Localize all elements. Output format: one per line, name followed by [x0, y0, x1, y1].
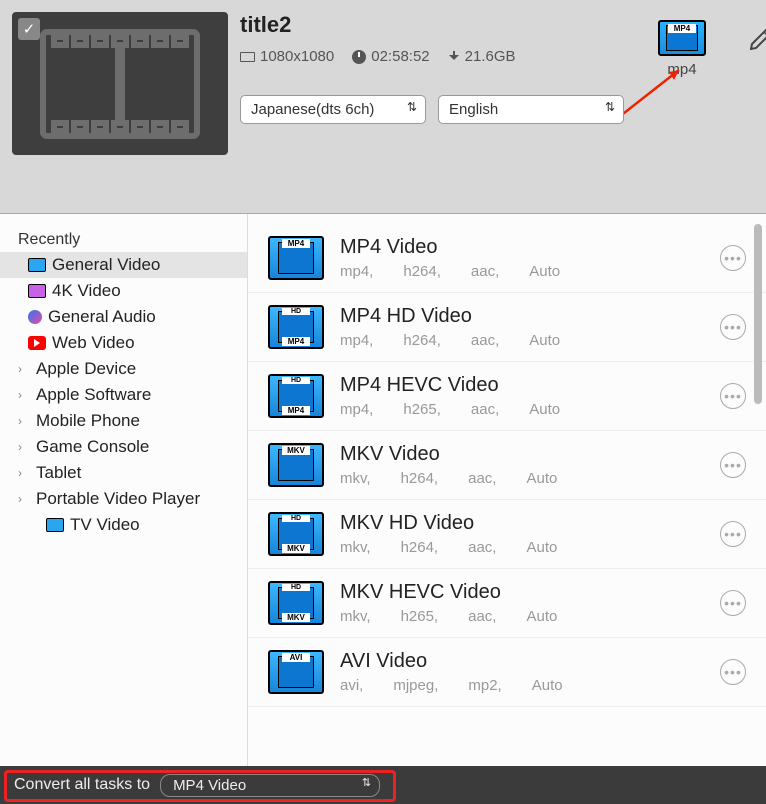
more-options-button[interactable]: •••	[720, 383, 746, 409]
duration: 02:58:52	[352, 48, 429, 65]
convert-all-select[interactable]: MP4 Video	[160, 774, 380, 797]
format-row[interactable]: MKV MKV Video mkv,h264,aac,Auto •••	[248, 431, 766, 500]
format-row[interactable]: AVI AVI Video avi,mjpeg,mp2,Auto •••	[248, 638, 766, 707]
4k-icon	[28, 284, 46, 298]
yt-icon	[28, 336, 46, 350]
format-icon[interactable]: MP4	[658, 20, 706, 56]
format-type-icon: MKV	[268, 512, 324, 556]
format-type-icon: MKV	[268, 443, 324, 487]
audio-track-select[interactable]: Japanese(dts 6ch)	[240, 95, 426, 124]
audio-icon	[28, 310, 42, 324]
clock-icon	[352, 50, 366, 64]
format-name: MP4 HD Video	[340, 305, 704, 328]
format-row[interactable]: MP4 MP4 Video mp4,h264,aac,Auto •••	[248, 224, 766, 293]
format-details: mp4,h264,aac,Auto	[340, 263, 704, 280]
video-thumbnail[interactable]: ✓	[12, 12, 228, 155]
sidebar-category-game-console[interactable]: ›Game Console	[0, 434, 247, 460]
filmstrip-icon	[40, 29, 200, 139]
format-details: mkv,h264,aac,Auto	[340, 470, 704, 487]
format-name: AVI Video	[340, 650, 704, 673]
tv-icon	[46, 518, 64, 532]
format-type-icon: MP4	[268, 236, 324, 280]
chevron-right-icon: ›	[18, 414, 30, 428]
format-name: MP4 Video	[340, 236, 704, 259]
more-options-button[interactable]: •••	[720, 452, 746, 478]
footer-bar: Convert all tasks to MP4 Video	[0, 766, 766, 804]
format-name: MKV HD Video	[340, 512, 704, 535]
chevron-right-icon: ›	[18, 492, 30, 506]
format-details: avi,mjpeg,mp2,Auto	[340, 677, 704, 694]
download-icon	[448, 51, 460, 63]
format-type-icon: AVI	[268, 650, 324, 694]
format-type-icon: MP4	[268, 374, 324, 418]
subtitle-select[interactable]: English	[438, 95, 624, 124]
sidebar-item-general-audio[interactable]: General Audio	[0, 304, 247, 330]
film-icon	[28, 258, 46, 272]
sidebar-item-tv-video[interactable]: TV Video	[0, 512, 247, 538]
edit-icon[interactable]	[748, 26, 766, 52]
category-sidebar: Recently General Video4K VideoGeneral Au…	[0, 214, 248, 773]
format-row[interactable]: MP4 MP4 HEVC Video mp4,h265,aac,Auto •••	[248, 362, 766, 431]
format-name: MKV Video	[340, 443, 704, 466]
chevron-right-icon: ›	[18, 440, 30, 454]
format-details: mp4,h264,aac,Auto	[340, 332, 704, 349]
sidebar-category-apple-software[interactable]: ›Apple Software	[0, 382, 247, 408]
format-type-icon: MP4	[268, 305, 324, 349]
sidebar-item-general-video[interactable]: General Video	[0, 252, 247, 278]
more-options-button[interactable]: •••	[720, 245, 746, 271]
sidebar-item-web-video[interactable]: Web Video	[0, 330, 247, 356]
format-row[interactable]: MKV MKV HD Video mkv,h264,aac,Auto •••	[248, 500, 766, 569]
sidebar-category-apple-device[interactable]: ›Apple Device	[0, 356, 247, 382]
footer-label: Convert all tasks to	[14, 776, 150, 794]
sidebar-category-tablet[interactable]: ›Tablet	[0, 460, 247, 486]
format-name: MP4 HEVC Video	[340, 374, 704, 397]
format-details: mp4,h265,aac,Auto	[340, 401, 704, 418]
format-type-icon: MKV	[268, 581, 324, 625]
format-row[interactable]: MKV MKV HEVC Video mkv,h265,aac,Auto •••	[248, 569, 766, 638]
chevron-right-icon: ›	[18, 362, 30, 376]
format-list: MP4 MP4 Video mp4,h264,aac,Auto ••• MP4 MP4 H…	[248, 214, 766, 773]
monitor-icon	[240, 52, 255, 62]
more-options-button[interactable]: •••	[720, 314, 746, 340]
format-row[interactable]: MP4 MP4 HD Video mp4,h264,aac,Auto •••	[248, 293, 766, 362]
sidebar-item-4k-video[interactable]: 4K Video	[0, 278, 247, 304]
sidebar-category-mobile-phone[interactable]: ›Mobile Phone	[0, 408, 247, 434]
filesize: 21.6GB	[448, 48, 516, 65]
format-label: mp4	[658, 61, 706, 78]
more-options-button[interactable]: •••	[720, 659, 746, 685]
chevron-right-icon: ›	[18, 388, 30, 402]
sidebar-category-portable-video-player[interactable]: ›Portable Video Player	[0, 486, 247, 512]
scrollbar[interactable]	[754, 224, 762, 404]
resolution: 1080x1080	[240, 48, 334, 65]
more-options-button[interactable]: •••	[720, 521, 746, 547]
select-checkbox[interactable]: ✓	[18, 18, 40, 40]
chevron-right-icon: ›	[18, 466, 30, 480]
format-details: mkv,h265,aac,Auto	[340, 608, 704, 625]
more-options-button[interactable]: •••	[720, 590, 746, 616]
format-name: MKV HEVC Video	[340, 581, 704, 604]
sidebar-header: Recently	[0, 228, 247, 252]
format-details: mkv,h264,aac,Auto	[340, 539, 704, 556]
